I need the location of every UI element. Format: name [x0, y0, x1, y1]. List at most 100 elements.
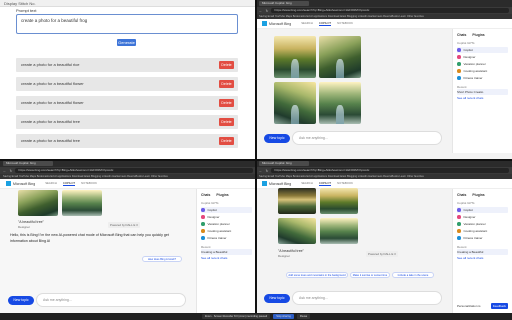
prompt-row-text: create a photo for a beautiful rice: [21, 62, 80, 67]
prompt-label: Prompt text: [16, 8, 37, 13]
see-all-link[interactable]: See all recent chats: [457, 256, 508, 260]
recent-chat-item[interactable]: Creating a Beautiful: [201, 249, 252, 255]
back-icon[interactable]: ←: [259, 9, 263, 13]
prompt-row: create a photo for a beautiful tree Dele…: [16, 134, 238, 148]
tab-search[interactable]: SEARCH: [45, 181, 57, 186]
suggestion-chip[interactable]: Make it sunrise or sunset time: [350, 272, 390, 278]
url-field[interactable]: https://www.bing.com/search?q=Bing+AI&sh…: [271, 8, 509, 13]
recent-chat-item[interactable]: Creating a Beautiful: [457, 249, 508, 255]
tab-strip: Microsoft Copilot: bing: [0, 160, 256, 167]
image-caption: "A beautiful tree": [278, 249, 304, 253]
tab-plugins[interactable]: Plugins: [472, 33, 484, 37]
designer-icon: [201, 215, 205, 219]
generated-image[interactable]: [278, 218, 316, 244]
gpt-designer[interactable]: Designer: [457, 214, 508, 220]
tab-copilot[interactable]: COPILOT: [318, 21, 332, 26]
new-topic-button[interactable]: New topic: [264, 294, 290, 303]
gpt-vacation[interactable]: Vacation planner: [457, 221, 508, 227]
generated-image[interactable]: [274, 36, 316, 78]
ask-input[interactable]: Ask me anything...: [36, 293, 186, 307]
gpt-cooking[interactable]: Cooking assistant: [457, 228, 508, 234]
tab-notebook[interactable]: NOTEBOOK: [337, 181, 353, 186]
tab-strip: Microsoft Copilot: bing: [256, 0, 512, 7]
refresh-icon[interactable]: ↻: [266, 9, 269, 13]
generated-image[interactable]: [320, 218, 358, 244]
tab-search[interactable]: SEARCH: [301, 181, 313, 186]
back-icon[interactable]: ←: [3, 169, 7, 173]
generate-button[interactable]: Generate: [117, 39, 136, 46]
cooking-icon: [457, 229, 461, 233]
copilot-icon: [201, 208, 205, 212]
address-bar: ← ↻ https://www.bing.com/search?q=Bing+A…: [0, 167, 256, 174]
gpt-designer[interactable]: Designer: [201, 214, 252, 220]
vacation-icon: [457, 62, 461, 66]
suggestion-chip[interactable]: Include a lake in the scene: [392, 272, 434, 278]
generated-image[interactable]: [320, 188, 358, 214]
delete-button[interactable]: Delete: [219, 80, 234, 88]
gpt-copilot[interactable]: Copilot: [201, 207, 252, 213]
see-all-link[interactable]: See all recent chats: [457, 96, 508, 100]
gpt-copilot[interactable]: Copilot: [457, 207, 508, 213]
gpt-fitness[interactable]: Fitness trainer: [457, 75, 508, 81]
tab-plugins[interactable]: Plugins: [472, 193, 484, 197]
bing-header: Microsoft Bing SEARCH COPILOT NOTEBOOK: [256, 19, 512, 29]
gpts-heading: Copilot GPTs: [201, 201, 219, 205]
tab-chats[interactable]: Chats: [457, 193, 466, 197]
gpt-fitness[interactable]: Fitness trainer: [201, 235, 252, 241]
gpt-vacation[interactable]: Vacation planner: [201, 221, 252, 227]
new-topic-button[interactable]: New topic: [8, 296, 34, 305]
suggestion-chip[interactable]: Add some trees and mountains in the back…: [286, 272, 348, 278]
prompt-row-text: create a photo for a beautiful tree: [21, 138, 80, 143]
delete-button[interactable]: Delete: [219, 137, 234, 145]
back-icon[interactable]: ←: [259, 169, 263, 173]
prompt-row: create a photo for a beautiful flower De…: [16, 77, 238, 91]
prompt-input[interactable]: create a photo for a beautiful frog: [16, 14, 238, 34]
see-all-link[interactable]: See all recent chats: [201, 256, 252, 260]
generated-image[interactable]: [319, 82, 361, 124]
recent-chat-item[interactable]: Short Photo Creatio: [457, 89, 508, 95]
gpt-cooking[interactable]: Cooking assistant: [201, 228, 252, 234]
suggestion-chip[interactable]: How does Bing AI work?: [142, 256, 182, 262]
new-topic-button[interactable]: New topic: [264, 134, 290, 143]
gpt-vacation[interactable]: Vacation planner: [457, 61, 508, 67]
feedback-button[interactable]: Feedback: [490, 303, 508, 309]
delete-button[interactable]: Delete: [219, 118, 234, 126]
tab-chats[interactable]: Chats: [201, 193, 210, 197]
gpt-fitness[interactable]: Fitness trainer: [457, 235, 508, 241]
delete-button[interactable]: Delete: [219, 61, 234, 69]
browser-tab[interactable]: Microsoft Copilot: bing: [3, 161, 53, 166]
tab-copilot[interactable]: COPILOT: [62, 181, 76, 186]
refresh-icon[interactable]: ↻: [266, 169, 269, 173]
generated-image[interactable]: [278, 188, 316, 214]
generated-image[interactable]: [62, 190, 102, 216]
prompt-app-window: Display Stitch No. Prompt text create a …: [0, 0, 256, 160]
gpt-copilot[interactable]: Copilot: [457, 47, 508, 53]
ask-input[interactable]: Ask me anything...: [292, 131, 442, 145]
url-field[interactable]: https://www.bing.com/search?q=Bing+AI&sh…: [271, 168, 509, 173]
tab-copilot[interactable]: COPILOT: [318, 181, 332, 186]
tab-notebook[interactable]: NOTEBOOK: [337, 21, 353, 26]
pause-button[interactable]: Pause: [296, 314, 311, 319]
url-field[interactable]: https://www.bing.com/search?q=Bing+AI&sh…: [15, 168, 253, 173]
stop-sharing-button[interactable]: Stop sharing: [273, 314, 294, 319]
delete-button[interactable]: Delete: [219, 99, 234, 107]
browser-tab[interactable]: Microsoft Copilot: bing: [259, 161, 309, 166]
designer-icon: [457, 55, 461, 59]
bing-brand: Microsoft Bing: [269, 181, 292, 186]
tab-search[interactable]: SEARCH: [301, 21, 313, 26]
tab-chats[interactable]: Chats: [457, 33, 466, 37]
generated-image[interactable]: [18, 190, 58, 216]
generated-image[interactable]: [319, 36, 361, 78]
browser-tab[interactable]: Microsoft Copilot: bing: [259, 1, 309, 6]
ask-input[interactable]: Ask me anything...: [292, 291, 442, 305]
tab-plugins[interactable]: Plugins: [216, 193, 228, 197]
generated-image[interactable]: [274, 82, 316, 124]
cooking-icon: [457, 69, 461, 73]
screen-divider-horizontal: [0, 159, 512, 161]
gpt-cooking[interactable]: Cooking assistant: [457, 68, 508, 74]
designer-label: Designer: [278, 254, 291, 258]
tab-notebook[interactable]: NOTEBOOK: [81, 181, 97, 186]
refresh-icon[interactable]: ↻: [10, 169, 13, 173]
recording-toolbar: Zoom · Screen Recorder 8.0 (zoom) record…: [0, 313, 512, 320]
gpt-designer[interactable]: Designer: [457, 54, 508, 60]
